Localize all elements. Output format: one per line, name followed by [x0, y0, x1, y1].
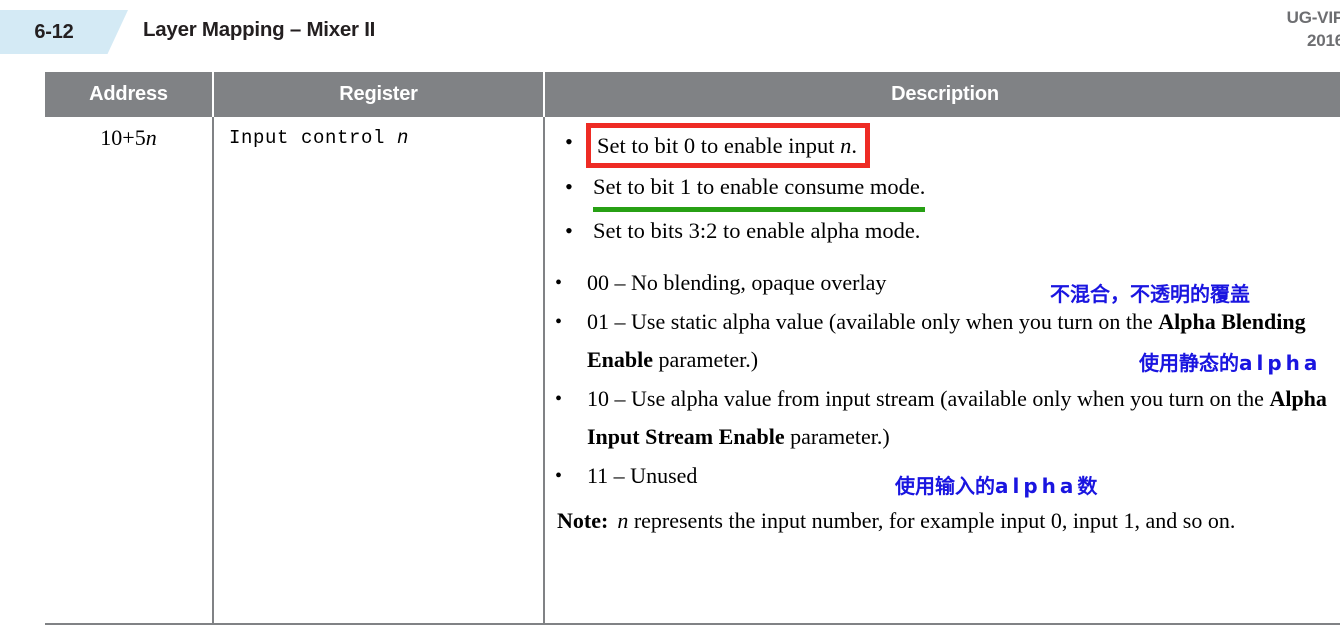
document-reference-line1: UG-VIP: [1286, 8, 1340, 27]
bullet-dot-icon: •: [555, 388, 563, 410]
annotation-input-alpha: 使用输入的alpha数: [895, 470, 1097, 499]
note-text: n represents the input number, for examp…: [617, 503, 1277, 539]
note-text-body: represents the input number, for example…: [628, 508, 1236, 533]
register-value-text: Input control: [229, 127, 398, 149]
bullet-dot-icon: •: [555, 272, 563, 294]
green-underline-highlight: Set to bit 1 to enable consume mode.: [593, 168, 926, 212]
column-header-register: Register: [214, 72, 545, 117]
sub-bullet-text: 01 – Use static alpha value (available o…: [587, 309, 1159, 334]
address-value-italic: n: [145, 125, 157, 150]
note-text-italic: n: [617, 508, 629, 533]
sub-bullet-item-10: • 10 – Use alpha value from input stream…: [547, 380, 1340, 456]
register-value: Input control n: [229, 127, 409, 149]
cell-address: 10+5n: [45, 117, 214, 623]
document-reference-line2: 2016: [1306, 31, 1340, 50]
sub-bullet-text: 11 – Unused: [587, 463, 698, 488]
annotation-cjk-text: 使用静态的: [1139, 351, 1239, 375]
page-title: Layer Mapping – Mixer II: [143, 18, 376, 41]
note-label: Note:: [557, 508, 609, 533]
cell-register: Input control n: [214, 117, 545, 623]
annotation-cjk-text: 使用输入的: [895, 474, 995, 498]
address-value-text: 10+5: [100, 125, 146, 150]
bullet-item-alpha-mode: • Set to bits 3:2 to enable alpha mode.: [547, 212, 1340, 250]
bullet-item-enable-input: • Set to bit 0 to enable input n.: [547, 123, 1340, 168]
bullet-text-italic: n: [840, 133, 852, 158]
bullet-dot-icon: •: [565, 174, 573, 199]
sub-bullet-text: 10 – Use alpha value from input stream (…: [587, 386, 1270, 411]
annotation-static-alpha: 使用静态的alpha: [1139, 347, 1321, 376]
sub-bullet-text: 00 – No blending, opaque overlay: [587, 270, 887, 295]
sub-bullet-text-tail: parameter.): [653, 347, 759, 372]
annotation-latin-text: alpha: [995, 474, 1078, 498]
table-header-row: Address Register Description: [45, 72, 1340, 117]
column-header-description: Description: [545, 72, 1340, 117]
description-bullet-list: • Set to bit 0 to enable input n. • Set …: [547, 123, 1340, 250]
bullet-dot-icon: •: [565, 218, 573, 243]
bullet-text: Set to bits 3:2 to enable alpha mode.: [593, 218, 921, 243]
bullet-dot-icon: •: [555, 465, 563, 487]
bullet-item-consume-mode: • Set to bit 1 to enable consume mode.: [547, 168, 1340, 212]
annotation-latin-text: alpha: [1239, 351, 1322, 375]
column-header-address: Address: [45, 72, 214, 117]
bullet-text: Set to bit 0 to enable input: [597, 133, 841, 158]
document-reference: UG-VIP 2016: [1287, 6, 1340, 52]
annotation-cjk-text: 不混合，不透明的覆盖: [1050, 282, 1250, 306]
annotation-no-blending: 不混合，不透明的覆盖: [1050, 278, 1250, 307]
red-box-highlight: Set to bit 0 to enable input n.: [586, 123, 870, 168]
page-number: 6-12: [34, 21, 74, 43]
bullet-dot-icon: •: [555, 311, 563, 333]
page-header: 6-12 Layer Mapping – Mixer II UG-VIP 201…: [0, 0, 1340, 64]
address-value: 10+5n: [100, 125, 156, 150]
bullet-dot-icon: •: [565, 129, 573, 154]
note-block: Note: n represents the input number, for …: [547, 503, 1340, 539]
register-value-italic: n: [397, 127, 410, 149]
bullet-text-tail: .: [851, 133, 857, 158]
annotation-cjk-tail: 数: [1077, 474, 1098, 498]
sub-bullet-text-tail: parameter.): [784, 424, 890, 449]
